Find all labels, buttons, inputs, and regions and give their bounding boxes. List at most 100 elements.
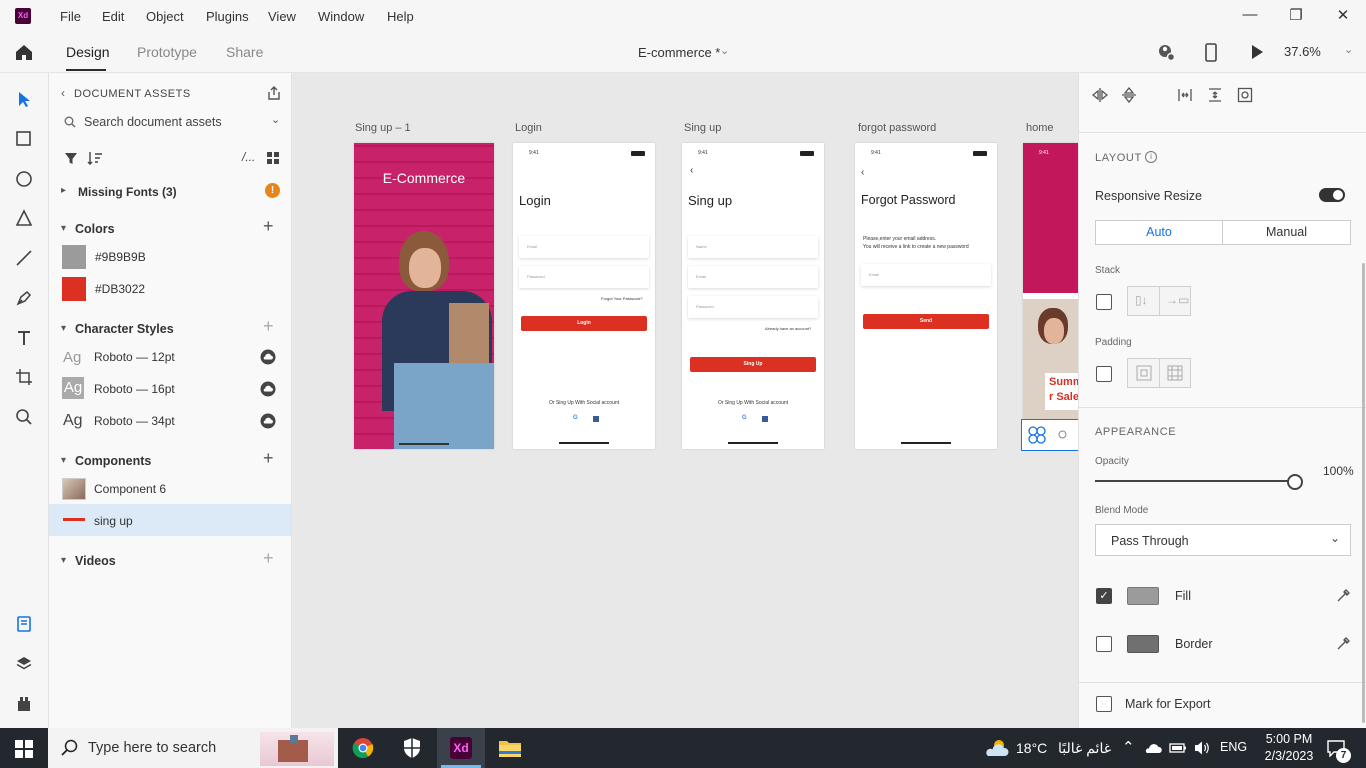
- fill-checkbox[interactable]: ✓: [1096, 588, 1112, 604]
- artboard-label[interactable]: Login: [515, 122, 542, 134]
- padding-checkbox[interactable]: [1096, 366, 1112, 382]
- share-assets-icon[interactable]: [266, 85, 282, 101]
- missing-fonts-label[interactable]: Missing Fonts (3): [78, 185, 177, 199]
- grid-view-icon[interactable]: [266, 151, 280, 165]
- filter-icon[interactable]: [64, 151, 78, 165]
- videos-chevron-icon[interactable]: ▾: [61, 555, 66, 566]
- menu-view[interactable]: View: [268, 9, 296, 24]
- artboard-login[interactable]: 9:41 Login Email Password Forgot Your Pa…: [513, 143, 655, 449]
- panel-scrollbar[interactable]: [1362, 263, 1365, 723]
- stack-checkbox[interactable]: [1096, 294, 1112, 310]
- eyedropper-icon[interactable]: [1335, 636, 1351, 652]
- tab-design[interactable]: Design: [66, 44, 110, 60]
- color-label-red[interactable]: #DB3022: [95, 282, 145, 296]
- char-style-label-12[interactable]: Roboto — 12pt: [94, 350, 175, 364]
- security-shield-icon[interactable]: [401, 737, 423, 759]
- list-view-icon[interactable]: /...: [242, 150, 255, 164]
- component-row-selected[interactable]: [49, 504, 291, 536]
- zoom-level[interactable]: 37.6%: [1284, 44, 1321, 59]
- close-icon[interactable]: ✕: [1333, 6, 1353, 24]
- chevron-up-icon[interactable]: ⌃: [1122, 738, 1135, 756]
- play-icon[interactable]: [1250, 44, 1264, 60]
- pen-tool-icon[interactable]: [15, 289, 33, 307]
- add-char-style-icon[interactable]: +: [263, 316, 274, 337]
- design-canvas[interactable]: Sing up – 1 E-Commerce Login 9:41 Login …: [292, 73, 1078, 728]
- add-video-icon[interactable]: +: [263, 548, 274, 569]
- search-chevron-icon[interactable]: ⌄: [271, 113, 280, 126]
- menu-object[interactable]: Object: [146, 9, 184, 24]
- zoom-tool-icon[interactable]: [15, 408, 33, 426]
- artboard-label[interactable]: home: [1026, 122, 1054, 134]
- stack-horizontal-icon[interactable]: →▭: [1166, 293, 1189, 307]
- cloud-font-icon[interactable]: [260, 413, 276, 429]
- colors-chevron-icon[interactable]: ▾: [61, 223, 66, 234]
- cloud-font-icon[interactable]: [260, 349, 276, 365]
- chevron-down-icon[interactable]: ⌄: [720, 44, 729, 57]
- artboard-label[interactable]: Sing up: [684, 122, 721, 134]
- eyedropper-icon[interactable]: [1335, 588, 1351, 604]
- artboard-label[interactable]: Sing up – 1: [355, 122, 411, 134]
- menu-edit[interactable]: Edit: [102, 9, 124, 24]
- responsive-resize-toggle[interactable]: [1319, 188, 1345, 202]
- flip-vertical-icon[interactable]: [1121, 87, 1137, 103]
- warning-icon[interactable]: !: [265, 183, 280, 198]
- select-tool-icon[interactable]: [15, 90, 33, 108]
- char-style-label-34[interactable]: Roboto — 34pt: [94, 414, 175, 428]
- home-icon[interactable]: [14, 43, 34, 61]
- restore-icon[interactable]: ❐: [1286, 6, 1306, 24]
- color-swatch-red[interactable]: [62, 277, 86, 301]
- sort-icon[interactable]: [87, 151, 103, 165]
- add-component-icon[interactable]: +: [263, 448, 274, 469]
- artboard-sing-up-1[interactable]: E-Commerce: [354, 143, 494, 449]
- character-styles-title[interactable]: Character Styles: [75, 322, 174, 336]
- components-chevron-icon[interactable]: ▾: [61, 455, 66, 466]
- cloud-font-icon[interactable]: [260, 381, 276, 397]
- clock-time[interactable]: 5:00 PM: [1258, 732, 1320, 746]
- menu-file[interactable]: File: [60, 9, 81, 24]
- components-title[interactable]: Components: [75, 454, 151, 468]
- color-label-gray[interactable]: #9B9B9B: [95, 250, 146, 264]
- add-color-icon[interactable]: +: [263, 216, 274, 237]
- component-label[interactable]: Component 6: [94, 482, 166, 496]
- document-title[interactable]: E-commerce *: [638, 45, 720, 60]
- polygon-tool-icon[interactable]: [15, 209, 33, 227]
- onedrive-cloud-icon[interactable]: [1144, 741, 1162, 755]
- menu-plugins[interactable]: Plugins: [206, 9, 249, 24]
- text-tool-icon[interactable]: [15, 329, 33, 347]
- rectangle-tool-icon[interactable]: [15, 130, 33, 148]
- plugins-panel-icon[interactable]: [15, 695, 33, 713]
- windows-start-icon[interactable]: [15, 740, 33, 758]
- component-label-selected[interactable]: sing up: [94, 514, 133, 528]
- transform-icon[interactable]: [1237, 87, 1253, 103]
- videos-title[interactable]: Videos: [75, 554, 116, 568]
- search-assets-input[interactable]: Search document assets: [84, 115, 222, 129]
- border-color-swatch[interactable]: [1127, 635, 1159, 653]
- clock-date[interactable]: 2/3/2023: [1258, 749, 1320, 763]
- info-icon[interactable]: i: [1145, 151, 1157, 163]
- user-share-icon[interactable]: [1156, 43, 1176, 61]
- layers-panel-icon[interactable]: [15, 655, 33, 673]
- artboard-tool-icon[interactable]: [15, 368, 33, 386]
- fill-color-swatch[interactable]: [1127, 587, 1159, 605]
- colors-section-title[interactable]: Colors: [75, 222, 115, 236]
- assets-panel-icon[interactable]: [15, 615, 33, 633]
- artboard-sing-up[interactable]: 9:41 ‹ Sing up Name Email Password Alrea…: [682, 143, 824, 449]
- opacity-value[interactable]: 100%: [1323, 464, 1354, 478]
- volume-icon[interactable]: [1193, 740, 1211, 756]
- language-indicator[interactable]: ENG: [1220, 740, 1247, 754]
- distribute-horizontal-icon[interactable]: [1177, 87, 1193, 103]
- border-checkbox[interactable]: [1096, 636, 1112, 652]
- opacity-slider-thumb[interactable]: [1287, 474, 1303, 490]
- minimize-icon[interactable]: —: [1240, 6, 1260, 23]
- weather-temperature[interactable]: 18°C: [1016, 740, 1047, 756]
- xd-logo-icon[interactable]: Xd: [15, 8, 31, 24]
- chrome-icon[interactable]: [352, 737, 374, 759]
- weather-description[interactable]: غائم غالبًا: [1058, 740, 1111, 757]
- auto-resize-button[interactable]: Auto: [1095, 220, 1223, 245]
- back-chevron-icon[interactable]: ‹: [61, 86, 65, 100]
- adobe-xd-taskbar-icon[interactable]: Xd: [450, 737, 472, 759]
- menu-window[interactable]: Window: [318, 9, 364, 24]
- battery-icon[interactable]: [1169, 741, 1187, 755]
- export-checkbox[interactable]: [1096, 696, 1112, 712]
- distribute-vertical-icon[interactable]: [1207, 87, 1223, 103]
